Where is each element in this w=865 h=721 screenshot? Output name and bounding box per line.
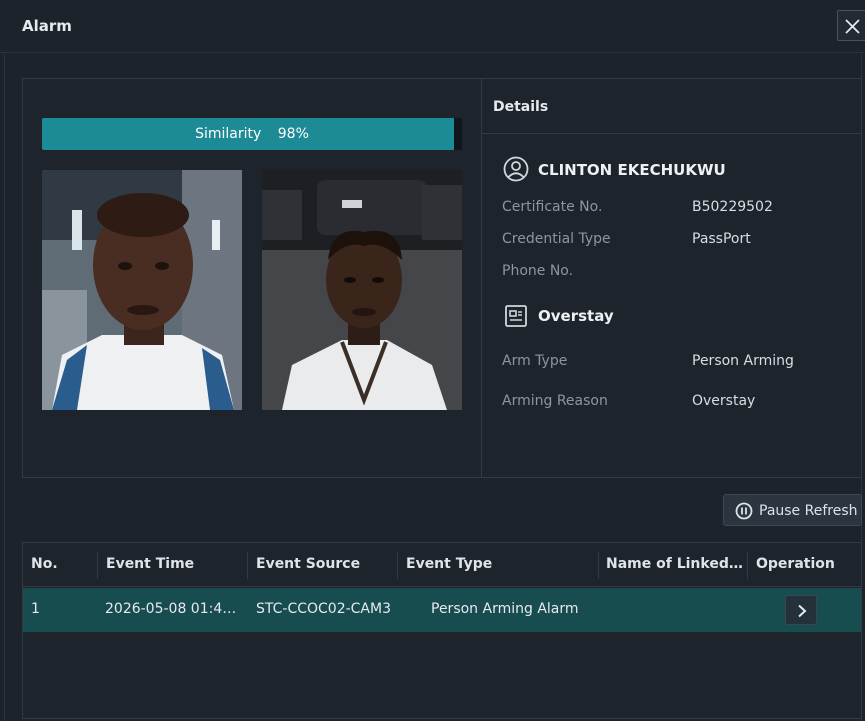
column-header-no[interactable]: No.	[31, 556, 91, 572]
certificate-no-label: Certificate No.	[502, 199, 603, 215]
arming-title: Overstay	[538, 307, 614, 325]
table-header: No. Event Time Event Source Event Type N…	[23, 543, 861, 587]
details-title: Details	[493, 99, 549, 115]
view-details-button[interactable]	[785, 595, 817, 625]
column-header-event-type[interactable]: Event Type	[406, 556, 596, 572]
pause-icon	[735, 502, 753, 520]
phone-no-label: Phone No.	[502, 263, 574, 279]
similarity-value: 98%	[277, 126, 309, 142]
column-header-event-time[interactable]: Event Time	[106, 556, 246, 572]
registered-face-image	[262, 170, 462, 410]
close-button[interactable]	[837, 10, 865, 41]
id-card-icon	[505, 305, 527, 327]
cell-no: 1	[31, 601, 40, 617]
cell-event-time: 2026-05-08 01:49:...	[105, 601, 245, 617]
column-header-linked[interactable]: Name of Linked C...	[606, 556, 746, 572]
arm-type-value: Person Arming	[692, 353, 794, 369]
chevron-right-icon	[798, 604, 807, 618]
person-icon	[503, 156, 529, 182]
person-name: CLINTON EKECHUKWU	[538, 161, 726, 179]
similarity-bar: Similarity 98%	[42, 118, 462, 150]
captured-face-image	[42, 170, 242, 410]
arming-reason-value: Overstay	[692, 393, 756, 409]
close-icon	[845, 19, 860, 34]
title-bar: Alarm	[0, 0, 865, 53]
table-row[interactable]: 1 2026-05-08 01:49:... STC-CCOC02-CAM3 P…	[23, 588, 861, 632]
event-table: No. Event Time Event Source Event Type N…	[22, 542, 862, 719]
pause-refresh-label: Pause Refresh	[759, 503, 858, 519]
credential-type-value: PassPort	[692, 231, 751, 247]
panel-divider	[481, 78, 482, 478]
column-header-operation[interactable]: Operation	[756, 556, 856, 572]
arm-type-label: Arm Type	[502, 353, 568, 369]
certificate-no-value: B50229502	[692, 199, 773, 215]
arming-reason-label: Arming Reason	[502, 393, 608, 409]
pause-refresh-button[interactable]: Pause Refresh	[723, 494, 862, 526]
similarity-label: Similarity	[195, 126, 262, 142]
details-header: Details	[482, 79, 861, 134]
window-title: Alarm	[22, 17, 72, 35]
credential-type-label: Credential Type	[502, 231, 611, 247]
cell-event-type: Person Arming Alarm	[431, 601, 579, 617]
cell-event-source: STC-CCOC02-CAM3	[256, 601, 391, 617]
column-header-event-source[interactable]: Event Source	[256, 556, 396, 572]
